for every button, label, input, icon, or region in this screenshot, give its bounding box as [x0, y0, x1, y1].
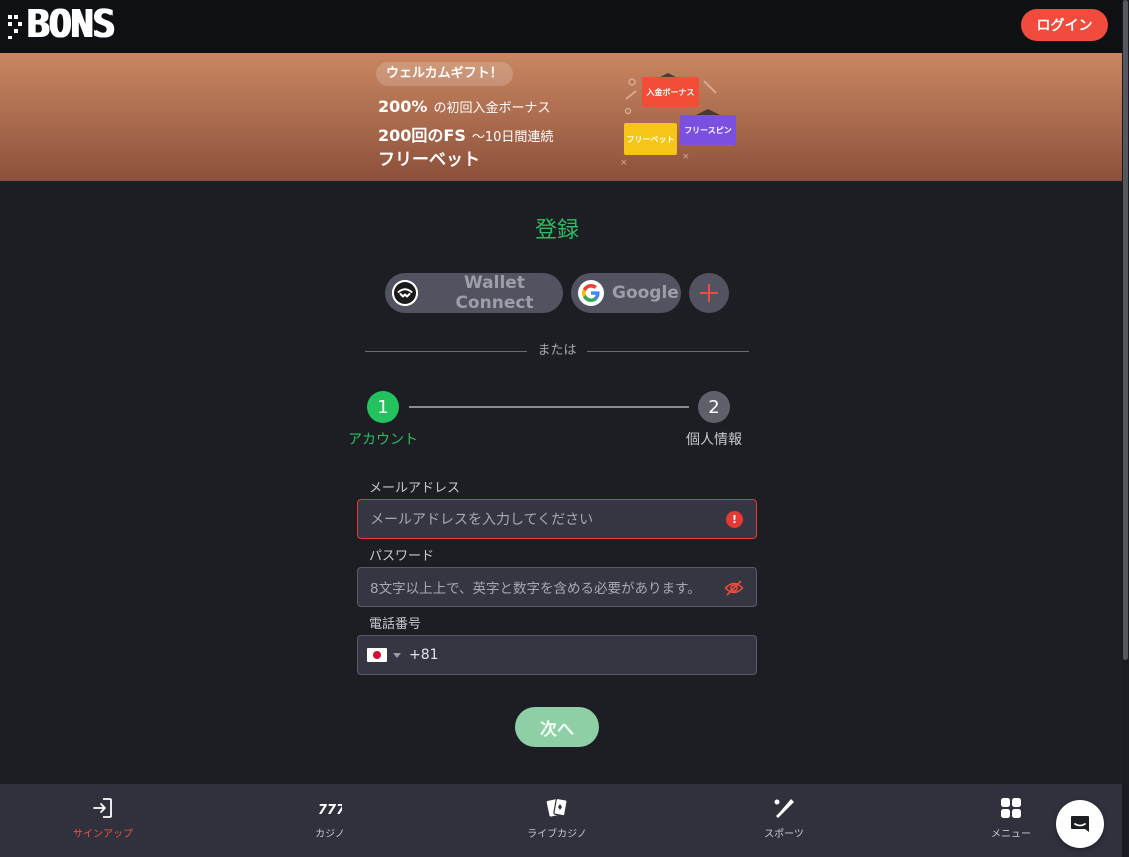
promo-fs-count: 200回のFS [378, 126, 466, 145]
page-title: 登録 [534, 218, 579, 243]
playing-cards-icon [546, 797, 568, 817]
chat-bubble-icon [1071, 816, 1089, 832]
promo-line-deposit: 200% の初回入金ボーナス [378, 97, 550, 116]
wallet-connect-icon [392, 280, 418, 306]
sign-in-icon [93, 798, 112, 818]
wallet-connect-button[interactable]: Wallet Connect [385, 273, 563, 313]
more-login-options-button[interactable] [689, 273, 729, 313]
nav-label-menu: メニュー [991, 829, 1031, 840]
logo-text: BONS [26, 2, 115, 46]
google-login-button[interactable]: Google [571, 273, 681, 313]
or-divider: または [365, 340, 749, 362]
nav-label-live-casino: ライブカジノ [527, 829, 587, 840]
chip-free-bet: フリーベット [624, 123, 677, 155]
next-button[interactable]: 次へ [515, 707, 599, 747]
grid-menu-icon [1001, 798, 1021, 818]
bons-logo[interactable]: BONS [8, 2, 115, 46]
phone-country-code: +81 [409, 647, 439, 663]
live-chat-button[interactable] [1056, 800, 1104, 848]
nav-item-signup[interactable]: サインアップ [43, 796, 163, 840]
welcome-promo-banner[interactable]: ウェルカムギフト！ 200% の初回入金ボーナス 200回のFS 〜10日間連続 フ… [0, 53, 1122, 181]
promo-bonus-illustration: × × 入金ボーナス フリーベット フリースピン [618, 71, 746, 171]
email-label: メールアドレス [369, 481, 461, 496]
google-icon [578, 280, 604, 306]
top-header: BONS ログイン [0, 0, 1122, 53]
nav-item-live-casino[interactable]: ライブカジノ [497, 796, 617, 840]
phone-label: 電話番号 [369, 617, 422, 632]
promo-percent: 200% [378, 97, 428, 116]
chevron-down-icon[interactable] [393, 652, 401, 658]
nav-label-signup: サインアップ [73, 829, 133, 840]
step-1-label: アカウント [348, 432, 418, 448]
wallet-connect-label: Wallet Connect [455, 273, 534, 313]
bottom-navigation: サインアップ 777 カジノ ライブカジノ スポーツ メニュー [0, 784, 1122, 857]
step-1-indicator: 1 [367, 391, 399, 423]
chip-deposit-bonus: 入金ボーナス [642, 77, 699, 107]
password-placeholder: 8文字以上上で、英字と数字を含める必要があります。 [370, 581, 701, 597]
plus-icon [700, 284, 718, 302]
eye-off-icon[interactable] [724, 578, 744, 598]
svg-text:777: 777 [318, 803, 342, 818]
password-field[interactable]: 8文字以上上で、英字と数字を含める必要があります。 [357, 567, 757, 607]
slot-777-icon: 777 [318, 803, 342, 818]
nav-item-sports[interactable]: スポーツ [724, 796, 844, 840]
page-scrollbar-thumb[interactable] [1123, 0, 1128, 660]
promo-fs-duration: 〜10日間連続 [471, 130, 554, 145]
sports-bat-icon [774, 799, 794, 818]
svg-text:×: × [682, 152, 690, 162]
chip-free-spin: フリースピン [680, 115, 736, 145]
stepper-connector [409, 406, 689, 408]
promo-line-freebet: フリーベット [378, 145, 480, 170]
nav-label-casino: カジノ [315, 829, 345, 840]
step-2-indicator: 2 [698, 391, 730, 423]
logo-dots-icon [8, 9, 24, 39]
email-placeholder: メールアドレスを入力してください [370, 512, 594, 528]
login-button[interactable]: ログイン [1021, 9, 1108, 41]
email-field[interactable]: メールアドレスを入力してください ! [357, 499, 757, 539]
nav-label-sports: スポーツ [764, 829, 804, 840]
step-2-label: 個人情報 [686, 432, 742, 448]
nav-item-casino[interactable]: 777 カジノ [270, 796, 390, 840]
password-label: パスワード [369, 549, 435, 564]
promo-deposit-text: の初回入金ボーナス [433, 101, 551, 116]
google-label: Google [612, 283, 679, 303]
error-alert-icon: ! [724, 510, 744, 530]
promo-line-freespins: 200回のFS 〜10日間連続 [378, 122, 553, 146]
svg-text:×: × [620, 158, 628, 168]
welcome-gift-tag: ウェルカムギフト！ [376, 62, 513, 86]
japan-flag-icon[interactable] [367, 648, 387, 662]
phone-field[interactable]: +81 [357, 635, 757, 675]
nav-item-menu[interactable]: メニュー [951, 796, 1071, 840]
promo-freebet: フリーベット [378, 150, 480, 170]
